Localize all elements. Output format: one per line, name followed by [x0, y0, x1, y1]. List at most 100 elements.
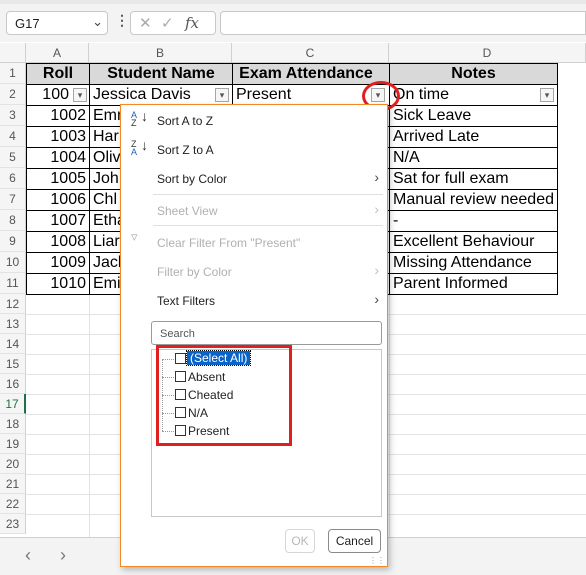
cell-student-name[interactable]: Jacl — [90, 253, 120, 273]
menu-item-text-filters[interactable]: Text Filters › — [121, 287, 387, 315]
chevron-down-icon[interactable]: ⌄ — [92, 14, 103, 30]
filter-dropdown-notes[interactable]: ▾ — [540, 88, 554, 102]
cancel-button[interactable]: Cancel — [328, 529, 381, 553]
filter-dropdown-roll[interactable]: ▾ — [73, 88, 87, 102]
column-header-b[interactable]: B — [89, 43, 232, 63]
header-cell-roll[interactable]: Roll — [27, 64, 89, 84]
resize-grip-icon[interactable]: ⋮⋮ — [369, 556, 385, 565]
row-header[interactable]: 15 — [0, 354, 26, 374]
row-header[interactable]: 23 — [0, 514, 26, 534]
cell-roll[interactable]: 1005 — [27, 169, 89, 189]
insert-function-icon[interactable]: fx — [185, 14, 199, 32]
row-header[interactable]: 21 — [0, 474, 26, 494]
column-header-d[interactable]: D — [389, 43, 586, 63]
column-header-c[interactable]: C — [232, 43, 389, 63]
table-border — [26, 84, 558, 85]
cell-roll[interactable]: 1010 — [27, 274, 89, 294]
row-header[interactable]: 4 — [0, 126, 26, 147]
cell-student-name[interactable]: Chl — [90, 190, 120, 210]
header-cell-exam-attendance[interactable]: Exam Attendance — [233, 64, 389, 84]
row-header[interactable]: 12 — [0, 294, 26, 314]
cancel-x-icon[interactable]: ✕ — [139, 14, 152, 32]
formula-input[interactable] — [220, 11, 586, 35]
row-header[interactable]: 20 — [0, 454, 26, 474]
row-header[interactable]: 5 — [0, 147, 26, 168]
cell-student-name[interactable]: Oliv — [90, 148, 120, 168]
cell-notes[interactable]: Parent Informed — [390, 274, 557, 294]
row-header-selected[interactable]: 17 — [0, 394, 26, 414]
cell-notes[interactable]: On time — [390, 85, 540, 105]
column-header-a[interactable]: A — [26, 43, 89, 63]
chevron-right-icon: › — [374, 291, 379, 307]
row-header[interactable]: 13 — [0, 314, 26, 334]
menu-item-label: Clear Filter From "Present" — [157, 236, 301, 250]
ok-button[interactable]: OK — [285, 529, 315, 553]
row-header[interactable]: 16 — [0, 374, 26, 394]
chevron-right-icon: › — [374, 169, 379, 185]
row-header[interactable]: 6 — [0, 168, 26, 189]
cell-student-name[interactable]: Emr — [90, 106, 120, 126]
cell-student-name[interactable]: Jessica Davis — [90, 85, 232, 105]
cell-roll[interactable]: 1009 — [27, 253, 89, 273]
cell-notes[interactable]: Excellent Behaviour — [390, 232, 557, 252]
cell-notes[interactable]: Sat for full exam — [390, 169, 557, 189]
filter-dropdown-student-name[interactable]: ▾ — [215, 88, 229, 102]
cell-notes[interactable]: Arrived Late — [390, 127, 557, 147]
cell-roll[interactable]: 1002 — [27, 106, 89, 126]
cell-student-name[interactable]: Liar — [90, 232, 120, 252]
cell-roll[interactable]: 1004 — [27, 148, 89, 168]
highlight-box — [156, 345, 292, 446]
menu-item-sheet-view[interactable]: Sheet View › — [121, 197, 387, 225]
cell-roll[interactable]: 1008 — [27, 232, 89, 252]
menu-item-sort-z-to-a[interactable]: Z A ↓ Sort Z to A — [121, 136, 387, 164]
row-header[interactable]: 19 — [0, 434, 26, 454]
name-box[interactable]: G17 ⌄ — [6, 11, 108, 35]
cell-student-name[interactable]: Joh — [90, 169, 120, 189]
cell-student-name[interactable]: Emi — [90, 274, 120, 294]
cell-notes[interactable]: Missing Attendance — [390, 253, 557, 273]
row-header[interactable]: 9 — [0, 231, 26, 252]
cell-notes[interactable]: N/A — [390, 148, 557, 168]
menu-item-sort-by-color[interactable]: Sort by Color › — [121, 165, 387, 193]
more-options-icon[interactable]: ⋮ — [115, 12, 129, 29]
row-header[interactable]: 10 — [0, 252, 26, 273]
menu-divider — [153, 225, 383, 226]
cell-roll[interactable]: 1006 — [27, 190, 89, 210]
cell-roll[interactable]: 1003 — [27, 127, 89, 147]
row-header[interactable]: 3 — [0, 105, 26, 126]
row-header[interactable]: 1 — [0, 63, 26, 84]
sort-a-to-z-icon: A Z ↓ — [131, 108, 148, 128]
chevron-right-icon[interactable]: › — [60, 545, 66, 566]
chevron-left-icon[interactable]: ‹ — [25, 545, 31, 566]
confirm-check-icon[interactable]: ✓ — [161, 14, 174, 32]
menu-item-label: Sheet View — [157, 204, 218, 218]
menu-item-label: Text Filters — [157, 294, 216, 308]
clear-filter-icon: ▿ — [131, 229, 138, 244]
menu-item-sort-a-to-z[interactable]: A Z ↓ Sort A to Z — [121, 107, 387, 135]
cell-roll[interactable]: 1007 — [27, 211, 89, 231]
header-cell-student-name[interactable]: Student Name — [90, 64, 232, 84]
ribbon-edge — [0, 0, 586, 4]
row-header[interactable]: 22 — [0, 494, 26, 514]
cell-student-name[interactable]: Har — [90, 127, 120, 147]
row-header[interactable]: 7 — [0, 189, 26, 210]
cell-notes[interactable]: - — [390, 211, 557, 231]
row-header[interactable]: 2 — [0, 84, 26, 105]
menu-item-label: Sort Z to A — [157, 143, 214, 157]
row-header[interactable]: 11 — [0, 273, 26, 294]
menu-item-clear-filter[interactable]: ▿ Clear Filter From "Present" — [121, 229, 387, 257]
header-cell-notes[interactable]: Notes — [390, 64, 557, 84]
filter-search-box[interactable] — [151, 321, 382, 345]
menu-item-filter-by-color[interactable]: Filter by Color › — [121, 258, 387, 286]
name-box-value: G17 — [15, 16, 40, 31]
filter-search-input[interactable] — [158, 323, 382, 345]
row-header[interactable]: 8 — [0, 210, 26, 231]
select-all-corner[interactable] — [0, 43, 26, 63]
cell-exam-attendance[interactable]: Present — [233, 85, 375, 105]
row-header[interactable]: 18 — [0, 414, 26, 434]
cell-notes[interactable]: Sick Leave — [390, 106, 557, 126]
row-header[interactable]: 14 — [0, 334, 26, 354]
cell-notes[interactable]: Manual review needed — [390, 190, 557, 210]
cell-student-name[interactable]: Etha — [90, 211, 120, 231]
table-border — [89, 63, 90, 295]
